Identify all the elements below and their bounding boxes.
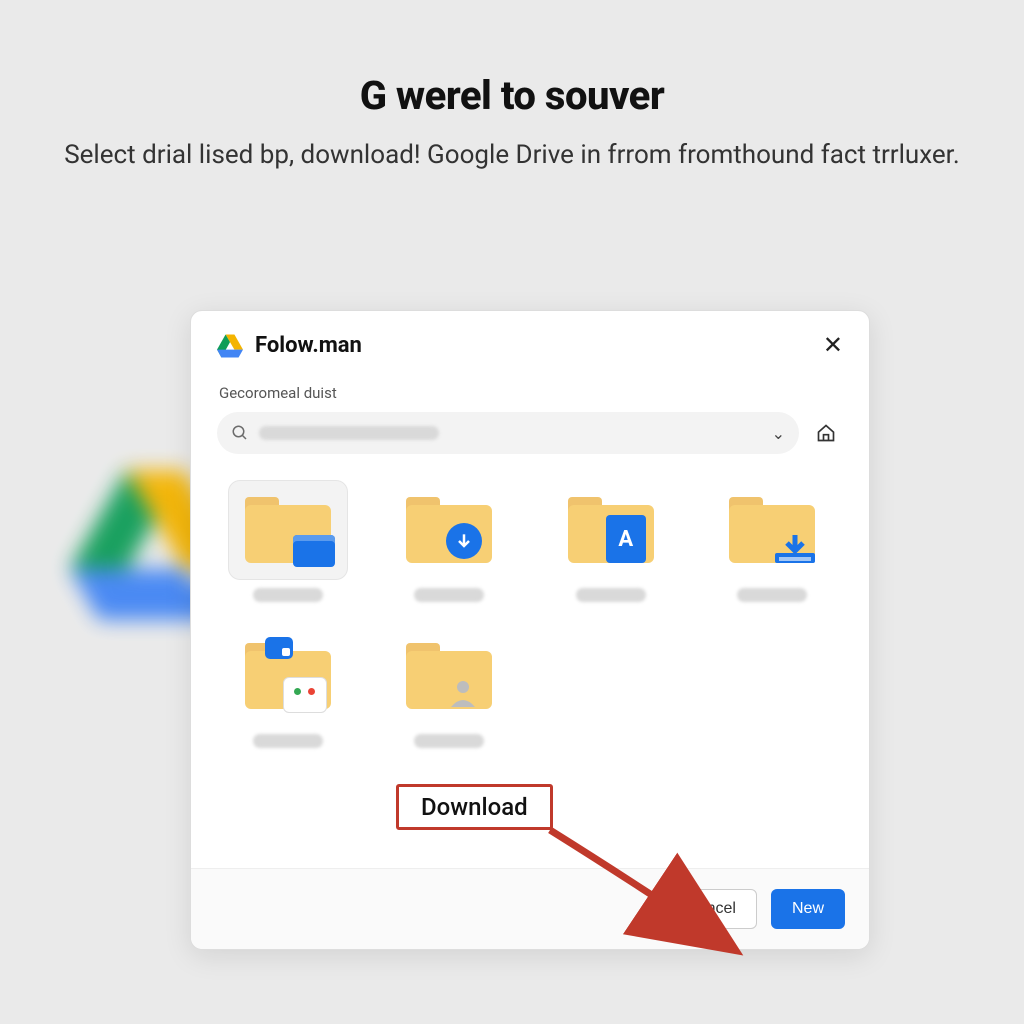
search-input[interactable]: ⌄ <box>217 412 799 454</box>
close-button[interactable]: ✕ <box>823 334 843 358</box>
arrow-annotation-icon <box>540 820 760 970</box>
folder-label-blur <box>414 734 484 748</box>
font-badge-icon: A <box>606 515 646 563</box>
folder-label-blur <box>576 588 646 602</box>
folder-icon <box>245 643 331 709</box>
folder-icon <box>729 497 815 563</box>
download-callout: Download <box>396 784 553 830</box>
chevron-down-icon[interactable]: ⌄ <box>772 424 785 443</box>
dialog-footer: Cancel New <box>191 868 869 949</box>
folder-label-blur <box>414 588 484 602</box>
person-badge-icon <box>448 677 478 707</box>
new-button[interactable]: New <box>771 889 845 929</box>
folder-label-blur <box>737 588 807 602</box>
folder-item[interactable] <box>217 480 359 602</box>
dialog-title: Folow.man <box>255 333 823 358</box>
document-badge-icon <box>293 535 335 567</box>
download-badge-icon <box>446 523 482 559</box>
page-subtitle: Select drial lised bp, download! Google … <box>0 137 1024 175</box>
folder-item[interactable] <box>379 626 521 748</box>
path-label: Gecoromeal duist <box>219 384 841 402</box>
chip-badge-icon <box>265 637 293 659</box>
folder-item[interactable] <box>379 480 521 602</box>
page-title: G werel to souver <box>0 72 1024 119</box>
drive-logo-icon <box>217 334 243 358</box>
folder-grid: A <box>217 480 843 748</box>
search-icon <box>231 424 249 442</box>
folder-item[interactable] <box>702 480 844 602</box>
folder-icon <box>245 497 331 563</box>
download-tray-icon <box>773 535 817 565</box>
folder-label-blur <box>253 734 323 748</box>
home-button[interactable] <box>809 416 843 450</box>
folder-label-blur <box>253 588 323 602</box>
folder-item[interactable] <box>217 626 359 748</box>
folder-item[interactable]: A <box>540 480 682 602</box>
file-picker-dialog: Folow.man ✕ Gecoromeal duist ⌄ <box>190 310 870 950</box>
folder-icon <box>406 497 492 563</box>
card-badge-icon <box>283 677 327 713</box>
folder-icon: A <box>568 497 654 563</box>
search-placeholder-blur <box>259 426 439 440</box>
folder-icon <box>406 643 492 709</box>
